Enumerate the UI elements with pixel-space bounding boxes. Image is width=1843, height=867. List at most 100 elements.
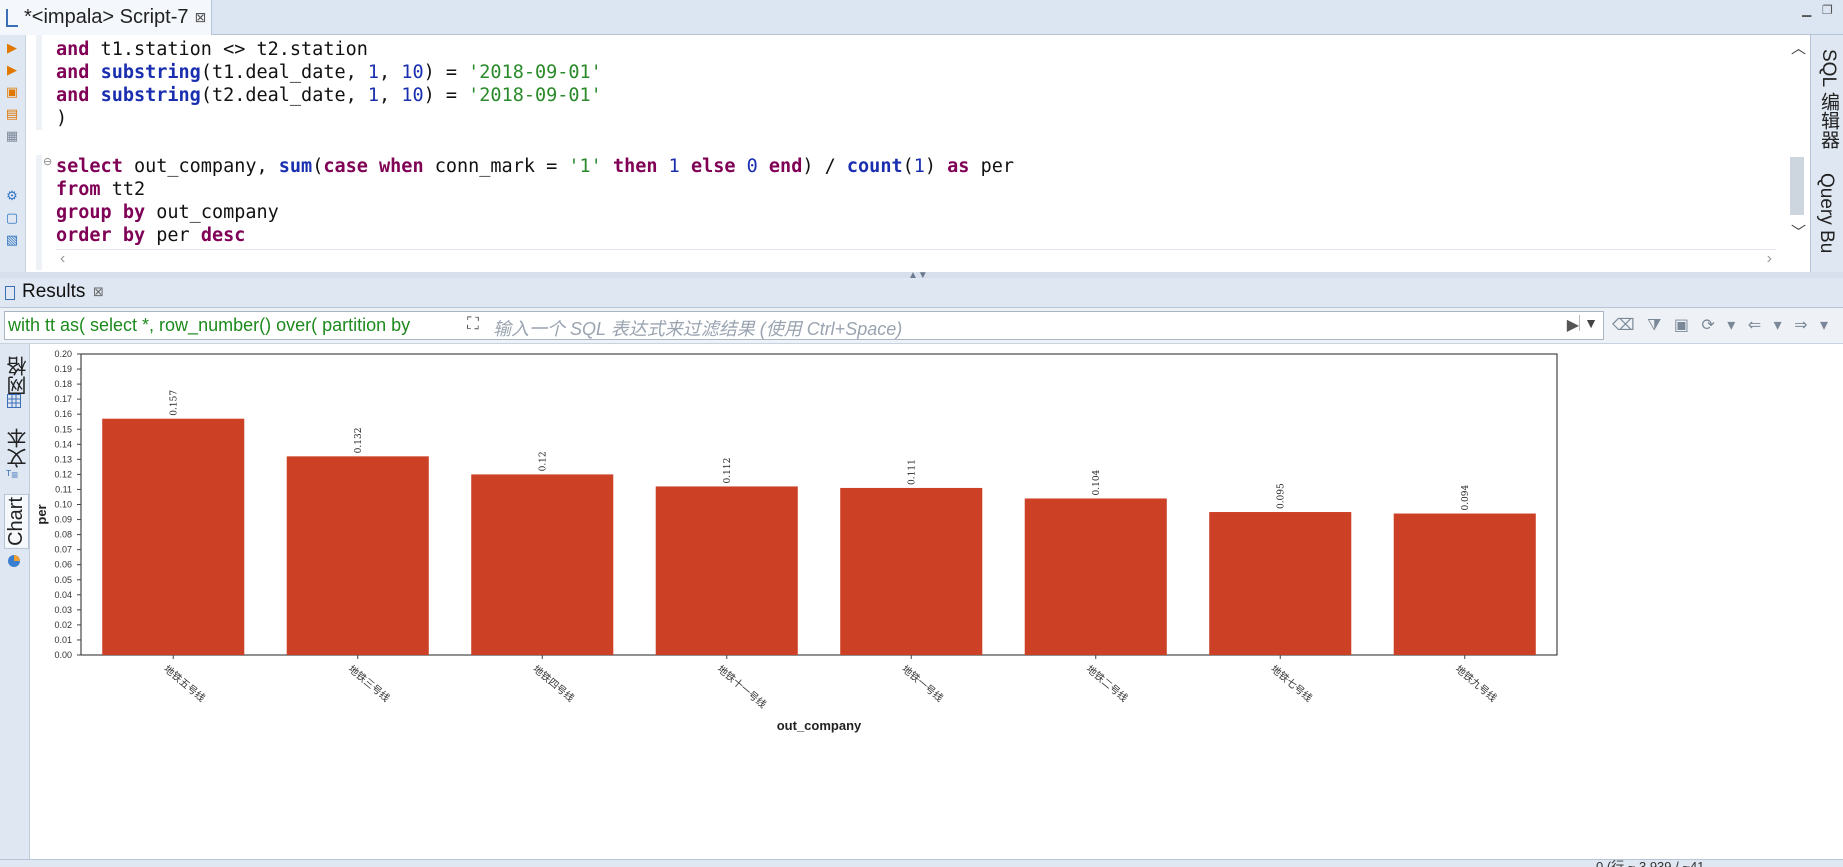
load-plan-icon[interactable]: ▦	[5, 129, 19, 143]
tab-script-7[interactable]: *<impala> Script-7 ⊠	[0, 0, 212, 35]
fold-collapse-icon[interactable]: ⊖	[43, 155, 52, 168]
scroll-right-icon[interactable]: ›	[1767, 250, 1772, 268]
x-tick-label: 地铁一号线	[899, 662, 946, 704]
code-token: select	[56, 156, 123, 177]
code-line[interactable]: and substring(t2.deal_date, 1, 10) = '20…	[56, 84, 1014, 107]
filter-input-box[interactable]: with tt as( select *, row_number() over(…	[4, 311, 1604, 340]
bar	[655, 486, 798, 655]
code-token: sum	[278, 156, 313, 177]
scrollbar-thumb[interactable]	[1790, 157, 1804, 215]
tab-sql-editor[interactable]: SQL 编辑器	[1815, 49, 1842, 149]
code-line[interactable]: and t1.station <> t2.station	[56, 38, 1014, 61]
y-tick-label: 0.13	[54, 454, 72, 464]
scroll-down-icon[interactable]: ﹀	[1791, 221, 1806, 242]
filter-input[interactable]: 输入一个 SQL 表达式来过滤结果 (使用 Ctrl+Space)	[493, 315, 902, 341]
forward-dropdown-icon[interactable]: ▾	[1820, 317, 1828, 334]
execute-in-new-tab-icon[interactable]: ▣	[5, 85, 19, 99]
filter-settings-icon[interactable]: ⧩	[1647, 317, 1661, 334]
code-token: ) /	[802, 156, 847, 177]
close-tab-icon[interactable]: ⊠	[195, 9, 207, 26]
result-view-tabs: 网格 文本 ᵀ≡ Chart	[0, 344, 30, 867]
restore-icon[interactable]: ❐	[1822, 3, 1833, 17]
line-marker-strip	[36, 35, 42, 130]
close-results-icon[interactable]: ⊠	[93, 284, 104, 300]
query-text: with tt as( select *, row_number() over(…	[8, 315, 411, 335]
x-tick-label: 地铁七号线	[1268, 662, 1315, 704]
code-line[interactable]: and substring(t1.deal_date, 1, 10) = '20…	[56, 61, 1014, 84]
execute-statement-icon[interactable]: ▶	[5, 41, 19, 55]
sql-code[interactable]: and t1.station <> t2.station and substrin…	[56, 38, 1014, 247]
results-tab-bar: Results ⊠	[0, 278, 1843, 308]
save-filter-icon[interactable]: ▣	[1674, 317, 1689, 334]
y-tick-label: 0.09	[54, 515, 72, 525]
code-token: desc	[200, 225, 246, 246]
code-line[interactable]: from tt2	[56, 178, 1014, 201]
y-tick-label: 0.03	[54, 605, 72, 615]
clear-filter-icon[interactable]: ⌫	[1612, 317, 1635, 334]
tab-title: *<impala> Script-7	[24, 6, 189, 28]
y-tick-label: 0.05	[54, 575, 72, 585]
code-token: group	[56, 202, 112, 223]
sql-editor[interactable]: ▶ ▶ ▣ ▤ ▦ ⚙ ▢ ▧ ⊖ and t1.station <> t2.s…	[0, 35, 1810, 272]
minimize-icon[interactable]: ▁	[1802, 3, 1811, 17]
code-token: ) =	[423, 62, 469, 83]
x-tick-label: 地铁二号线	[1084, 662, 1131, 704]
bar	[1024, 498, 1167, 655]
code-line[interactable]: order by per desc	[56, 224, 1014, 247]
code-token: tt2	[100, 179, 146, 200]
code-token: order	[56, 225, 112, 246]
refresh-dropdown-icon[interactable]: ▾	[1727, 317, 1735, 334]
export-icon[interactable]: ▢	[5, 211, 19, 225]
execute-script-icon[interactable]: ▶	[5, 63, 19, 77]
bar-value-label: 0.094	[1461, 484, 1471, 510]
code-line[interactable]: select out_company, sum(case when conn_m…	[56, 155, 1014, 178]
code-token: (	[902, 156, 914, 177]
forward-arrow-icon[interactable]: ⇒	[1794, 317, 1807, 334]
tab-chart[interactable]: Chart	[4, 494, 29, 549]
explain-plan-icon[interactable]: ▤	[5, 107, 19, 121]
y-tick-label: 0.15	[54, 424, 72, 434]
filter-history-dropdown-icon[interactable]: ▼	[1579, 315, 1598, 331]
editor-toolbar: ▶ ▶ ▣ ▤ ▦ ⚙ ▢ ▧	[0, 35, 26, 272]
y-tick-label: 0.04	[54, 590, 72, 600]
code-line[interactable]: group by out_company	[56, 201, 1014, 224]
tab-grid[interactable]: 网格	[4, 356, 33, 396]
code-token: by	[122, 225, 146, 246]
code-token: and	[56, 85, 90, 106]
back-dropdown-icon[interactable]: ▾	[1774, 317, 1782, 334]
editor-horizontal-scrollbar[interactable]: ‹ ›	[56, 249, 1776, 267]
tab-results[interactable]: Results	[22, 281, 85, 303]
scroll-left-icon[interactable]: ‹	[60, 250, 65, 268]
y-tick-label: 0.02	[54, 620, 72, 630]
scroll-up-icon[interactable]: ︿	[1791, 37, 1806, 58]
results-icon	[5, 286, 15, 300]
bar-chart: 0.00 0.01 0.02 0.03 0.04 0.05 0.06 0.07 0.08 0.09…	[34, 349, 1558, 733]
code-token: 1	[913, 156, 925, 177]
y-tick-label: 0.14	[54, 439, 72, 449]
code-line[interactable]: )	[56, 107, 1014, 130]
x-tick-label: 地铁三号线	[346, 662, 393, 704]
apply-filter-icon[interactable]: ▶	[1567, 315, 1579, 335]
editor-vertical-scrollbar[interactable]: ︿ ﹀	[1784, 35, 1810, 245]
bar	[1209, 512, 1352, 655]
code-token: and	[56, 62, 90, 83]
refresh-icon[interactable]: ⟳	[1701, 317, 1714, 334]
tab-query-builder[interactable]: Query Bu	[1815, 173, 1837, 253]
y-tick-label: 0.20	[54, 349, 72, 359]
format-sql-icon[interactable]: ▧	[5, 233, 19, 247]
code-token: and	[56, 39, 90, 60]
back-arrow-icon[interactable]: ⇐	[1748, 317, 1761, 334]
tab-text[interactable]: 文本	[4, 428, 33, 468]
settings-gear-icon[interactable]: ⚙	[5, 189, 19, 203]
expand-query-icon[interactable]: ⛶	[467, 314, 479, 334]
code-line[interactable]	[56, 132, 1014, 155]
code-token: as	[947, 156, 970, 177]
y-tick-label: 0.17	[54, 394, 72, 404]
code-token: when	[379, 156, 424, 177]
bar	[840, 487, 983, 655]
code-token: by	[122, 202, 146, 223]
x-tick-label: 地铁四号线	[530, 662, 577, 704]
